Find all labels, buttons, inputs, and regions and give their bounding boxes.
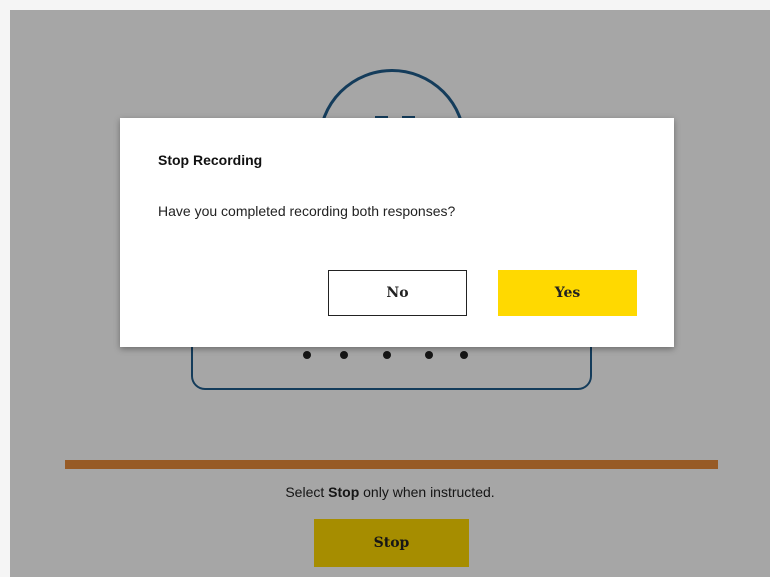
dialog-message: Have you completed recording both respon… bbox=[158, 203, 456, 219]
dialog-title: Stop Recording bbox=[158, 152, 263, 168]
stop-recording-dialog: Stop Recording Have you completed record… bbox=[120, 118, 674, 347]
recording-screen: Select Stop only when instructed. Stop S… bbox=[10, 10, 770, 577]
no-button[interactable]: No bbox=[328, 270, 467, 316]
yes-button[interactable]: Yes bbox=[498, 270, 637, 316]
